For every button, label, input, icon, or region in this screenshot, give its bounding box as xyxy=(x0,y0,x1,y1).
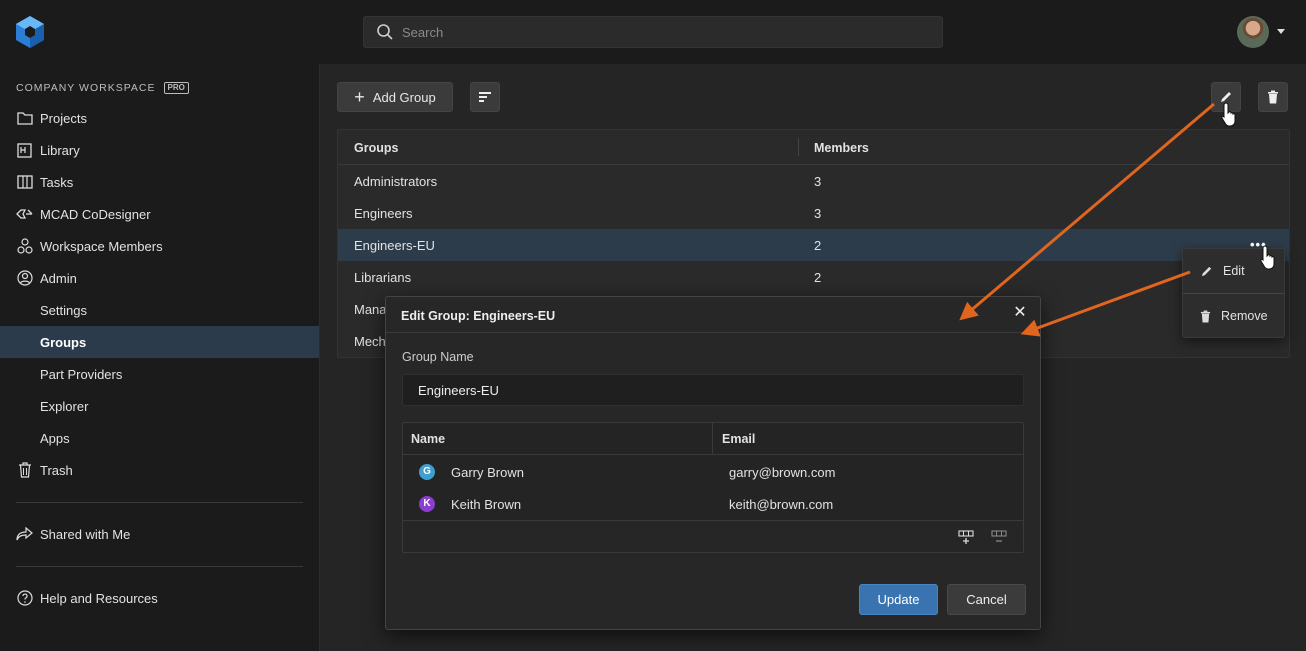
delete-group-button[interactable] xyxy=(1258,82,1288,112)
sidebar-item-part-providers[interactable]: Part Providers xyxy=(0,358,319,390)
table-row-selected[interactable]: Engineers-EU 2 ••• xyxy=(338,229,1289,261)
sidebar-item-projects[interactable]: Projects xyxy=(0,102,319,134)
column-header-email[interactable]: Email xyxy=(722,432,755,446)
sidebar-item-mcad-codesigner[interactable]: MCAD CoDesigner xyxy=(0,198,319,230)
remove-row-icon[interactable] xyxy=(991,530,1007,544)
row-context-menu: Edit Remove xyxy=(1182,248,1285,338)
sidebar-item-trash[interactable]: Trash xyxy=(0,454,319,486)
table-footer xyxy=(403,520,1023,552)
close-icon[interactable]: ✕ xyxy=(1012,305,1028,321)
table-header: Name Email xyxy=(403,423,1023,455)
sidebar-item-workspace-members[interactable]: Workspace Members xyxy=(0,230,319,262)
sort-icon xyxy=(479,92,491,102)
sidebar-divider xyxy=(16,502,303,503)
update-button[interactable]: Update xyxy=(859,584,938,615)
sidebar-divider xyxy=(16,566,303,567)
table-row[interactable]: Engineers 3 xyxy=(338,197,1289,229)
menu-item-remove[interactable]: Remove xyxy=(1183,294,1284,338)
table-row[interactable]: G Garry Brown garry@brown.com xyxy=(403,456,1023,488)
help-icon xyxy=(16,590,33,607)
sidebar-item-apps[interactable]: Apps xyxy=(0,422,319,454)
group-name-input[interactable] xyxy=(402,374,1024,406)
pencil-icon xyxy=(1221,92,1231,102)
pro-badge: PRO xyxy=(163,82,189,94)
workspace-title: COMPANY WORKSPACE PRO xyxy=(16,82,189,94)
search-bar[interactable] xyxy=(363,16,943,48)
tasks-icon xyxy=(16,174,33,191)
plus-icon: + xyxy=(354,87,365,107)
sidebar: COMPANY WORKSPACE PRO Projects Library T… xyxy=(0,64,320,651)
group-name-label: Group Name xyxy=(402,350,474,364)
menu-item-edit[interactable]: Edit xyxy=(1183,249,1284,293)
pencil-icon xyxy=(1201,266,1212,276)
sidebar-item-tasks[interactable]: Tasks xyxy=(0,166,319,198)
edit-group-dialog: Edit Group: Engineers-EU ✕ Group Name Na… xyxy=(385,296,1041,630)
trash-icon xyxy=(16,462,33,479)
table-row[interactable]: K Keith Brown keith@brown.com xyxy=(403,488,1023,520)
folder-icon xyxy=(16,110,33,127)
add-row-icon[interactable] xyxy=(958,530,974,544)
table-header: Groups Members xyxy=(338,130,1289,165)
column-header-groups[interactable]: Groups xyxy=(354,141,398,155)
user-initial-badge: K xyxy=(419,496,435,512)
app-logo-icon[interactable] xyxy=(14,15,46,49)
members-table: Name Email G Garry Brown garry@brown.com… xyxy=(402,422,1024,553)
sidebar-item-library[interactable]: Library xyxy=(0,134,319,166)
cancel-button[interactable]: Cancel xyxy=(947,584,1026,615)
dialog-title: Edit Group: Engineers-EU xyxy=(401,309,556,323)
user-initial-badge: G xyxy=(419,464,435,480)
column-divider xyxy=(712,423,713,455)
table-row[interactable]: Administrators 3 xyxy=(338,165,1289,197)
library-icon xyxy=(16,142,33,159)
sidebar-item-admin[interactable]: Admin xyxy=(0,262,319,294)
dialog-header: Edit Group: Engineers-EU ✕ xyxy=(386,297,1040,333)
user-avatar[interactable] xyxy=(1237,16,1269,48)
admin-icon xyxy=(16,270,33,287)
edit-group-button[interactable] xyxy=(1211,82,1241,112)
sidebar-item-explorer[interactable]: Explorer xyxy=(0,390,319,422)
sidebar-item-groups[interactable]: Groups xyxy=(0,326,319,358)
trash-icon xyxy=(1200,310,1211,322)
table-row[interactable]: Librarians 2 xyxy=(338,261,1289,293)
sidebar-item-settings[interactable]: Settings xyxy=(0,294,319,326)
search-input[interactable] xyxy=(402,24,922,40)
codesigner-icon xyxy=(16,206,33,223)
share-icon xyxy=(16,526,33,543)
chevron-down-icon[interactable] xyxy=(1277,29,1285,34)
sort-button[interactable] xyxy=(470,82,500,112)
search-icon xyxy=(377,24,393,40)
sidebar-item-shared-with-me[interactable]: Shared with Me xyxy=(0,518,319,550)
members-icon xyxy=(16,238,33,255)
top-bar xyxy=(0,0,1306,64)
column-divider xyxy=(798,138,799,156)
sidebar-item-help-and-resources[interactable]: Help and Resources xyxy=(0,582,319,614)
add-group-button[interactable]: + Add Group xyxy=(337,82,453,112)
column-header-members[interactable]: Members xyxy=(814,141,869,155)
column-header-name[interactable]: Name xyxy=(411,432,445,446)
trash-icon xyxy=(1268,90,1278,104)
